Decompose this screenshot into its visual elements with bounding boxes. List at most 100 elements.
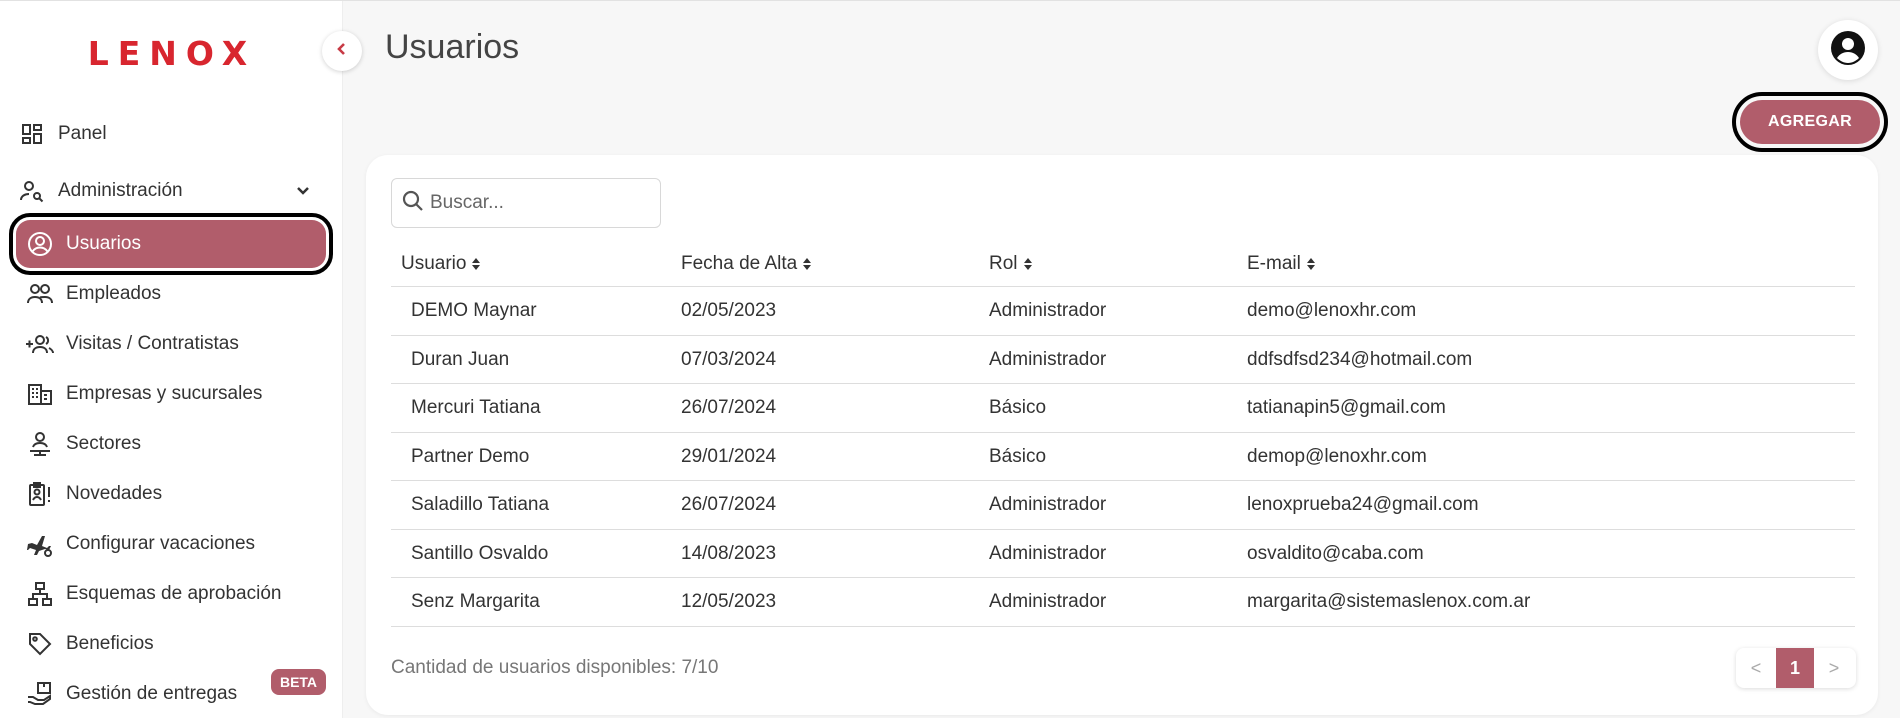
dashboard-icon xyxy=(16,118,48,150)
cell-email: margarita@sistemaslenox.com.ar xyxy=(1247,591,1531,612)
cell-email: tatianapin5@gmail.com xyxy=(1247,397,1446,418)
users-table: Usuario Fecha de Alta Rol E-mail DEMO Ma… xyxy=(391,239,1855,627)
chevron-left-icon xyxy=(334,41,350,62)
hand-box-icon xyxy=(24,678,56,710)
cell-rol: Administrador xyxy=(989,494,1107,515)
logo-text: LENOX xyxy=(87,33,257,73)
sidebar-item-empleados[interactable]: Empleados xyxy=(24,271,332,317)
cell-usuario: Senz Margarita xyxy=(411,591,540,612)
sort-icon xyxy=(803,258,812,270)
cell-rol: Administrador xyxy=(989,542,1107,564)
sidebar-item-label: Sectores xyxy=(66,433,141,454)
sidebar-item-beneficios[interactable]: Beneficios xyxy=(24,621,332,667)
sidebar-item-panel[interactable]: Panel xyxy=(16,111,332,157)
available-users-text: Cantidad de usuarios disponibles: 7/10 xyxy=(391,657,719,678)
page-1-button[interactable]: 1 xyxy=(1776,648,1814,688)
sidebar-item-administracion[interactable]: Administración xyxy=(16,168,332,214)
page-title: Usuarios xyxy=(385,28,520,66)
account-circle-icon xyxy=(24,228,56,260)
sidebar-item-label: Configurar vacaciones xyxy=(66,533,256,554)
cell-rol: Administrador xyxy=(989,591,1107,612)
cell-fecha: 29/01/2024 xyxy=(681,445,777,467)
cell-fecha: 07/03/2024 xyxy=(681,348,777,370)
cell-fecha: 02/05/2023 xyxy=(681,300,777,321)
cell-rol: Básico xyxy=(989,397,1047,418)
sort-icon xyxy=(1023,258,1032,270)
sidebar-item-empresas[interactable]: Empresas y sucursales xyxy=(24,371,332,417)
table-row[interactable]: Mercuri Tatiana 26/07/2024 Básico tatian… xyxy=(391,384,1855,433)
users-card: Usuario Fecha de Alta Rol E-mail DEMO Ma… xyxy=(366,155,1878,715)
cell-email: demo@lenoxhr.com xyxy=(1247,300,1417,321)
cell-rol: Administrador xyxy=(989,300,1107,321)
sidebar-item-label: Visitas / Contratistas xyxy=(66,333,239,354)
add-button[interactable]: AGREGAR xyxy=(1732,92,1888,152)
table-row[interactable]: Senz Margarita 12/05/2023 Administrador … xyxy=(391,578,1855,627)
sidebar-item-vacaciones[interactable]: Configurar vacaciones xyxy=(24,521,332,567)
people-icon xyxy=(24,278,56,310)
sort-icon xyxy=(472,258,481,270)
admin-icon xyxy=(16,175,48,207)
cell-fecha: 26/07/2024 xyxy=(681,494,777,515)
cell-usuario: Mercuri Tatiana xyxy=(411,397,541,418)
table-row[interactable]: DEMO Maynar 02/05/2023 Administrador dem… xyxy=(391,287,1855,336)
sidebar-item-label: Gestión de entregas xyxy=(66,683,238,704)
sidebar-item-label: Novedades xyxy=(66,483,163,504)
table-row[interactable]: Saladillo Tatiana 26/07/2024 Administrad… xyxy=(391,481,1855,530)
search-icon xyxy=(402,190,424,217)
chevron-down-icon[interactable] xyxy=(294,182,312,206)
add-people-icon xyxy=(24,328,56,360)
cell-fecha: 26/07/2024 xyxy=(681,397,777,418)
table-row[interactable]: Santillo Osvaldo 14/08/2023 Administrado… xyxy=(391,530,1855,578)
cell-usuario: Duran Juan xyxy=(411,348,510,370)
search-input[interactable] xyxy=(430,192,650,214)
sidebar-item-label: Empresas y sucursales xyxy=(66,383,263,404)
sort-icon xyxy=(1306,258,1315,270)
lenox-logo[interactable]: LENOX xyxy=(74,33,270,73)
sidebar-item-label: Beneficios xyxy=(66,633,154,654)
sidebar-item-label: Usuarios xyxy=(66,233,141,254)
cell-fecha: 12/05/2023 xyxy=(681,591,777,612)
column-header-fecha[interactable]: Fecha de Alta xyxy=(681,253,812,275)
hierarchy-icon xyxy=(24,578,56,610)
sector-person-icon xyxy=(24,428,56,460)
cell-rol: Administrador xyxy=(989,348,1107,370)
prev-page-button[interactable]: < xyxy=(1736,648,1776,688)
cell-usuario: DEMO Maynar xyxy=(411,300,537,321)
beta-badge: BETA xyxy=(271,669,326,695)
sidebar: LENOX Panel Administración Usuarios Empl… xyxy=(0,1,343,718)
cell-email: ddfsdfsd234@hotmail.com xyxy=(1247,348,1473,370)
cell-rol: Básico xyxy=(989,445,1047,467)
plane-settings-icon xyxy=(24,528,56,560)
account-circle-icon xyxy=(1830,30,1866,71)
sidebar-item-label: Esquemas de aprobación xyxy=(66,583,282,604)
tag-icon xyxy=(24,628,56,660)
search-box[interactable] xyxy=(391,178,661,228)
column-header-rol[interactable]: Rol xyxy=(989,253,1032,275)
cell-email: demop@lenoxhr.com xyxy=(1247,445,1427,467)
cell-fecha: 14/08/2023 xyxy=(681,542,777,564)
next-page-button[interactable]: > xyxy=(1814,648,1854,688)
pagination: < 1 > xyxy=(1736,648,1856,688)
sidebar-item-novedades[interactable]: Novedades xyxy=(24,471,332,517)
cell-email: lenoxprueba24@gmail.com xyxy=(1247,494,1479,515)
column-header-email[interactable]: E-mail xyxy=(1247,253,1315,275)
sidebar-item-sectores[interactable]: Sectores xyxy=(24,421,332,467)
table-row[interactable]: Duran Juan 07/03/2024 Administrador ddfs… xyxy=(391,336,1855,384)
sidebar-item-esquemas[interactable]: Esquemas de aprobación xyxy=(24,571,332,617)
sidebar-item-label: Administración xyxy=(58,180,183,201)
sidebar-item-label: Empleados xyxy=(66,283,162,304)
cell-usuario: Santillo Osvaldo xyxy=(411,542,549,564)
sidebar-item-usuarios[interactable]: Usuarios xyxy=(9,213,333,275)
table-header: Usuario Fecha de Alta Rol E-mail xyxy=(391,239,1855,287)
table-row[interactable]: Partner Demo 29/01/2024 Básico demop@len… xyxy=(391,433,1855,481)
collapse-sidebar-button[interactable] xyxy=(322,31,362,71)
column-header-usuario[interactable]: Usuario xyxy=(401,253,481,275)
sidebar-item-visitas[interactable]: Visitas / Contratistas xyxy=(24,321,332,367)
building-icon xyxy=(24,378,56,410)
badge-alert-icon xyxy=(24,478,56,510)
cell-email: osvaldito@caba.com xyxy=(1247,542,1424,564)
sidebar-item-label: Panel xyxy=(58,123,107,144)
cell-usuario: Partner Demo xyxy=(411,445,530,467)
user-menu-button[interactable] xyxy=(1818,20,1878,80)
cell-usuario: Saladillo Tatiana xyxy=(411,494,550,515)
